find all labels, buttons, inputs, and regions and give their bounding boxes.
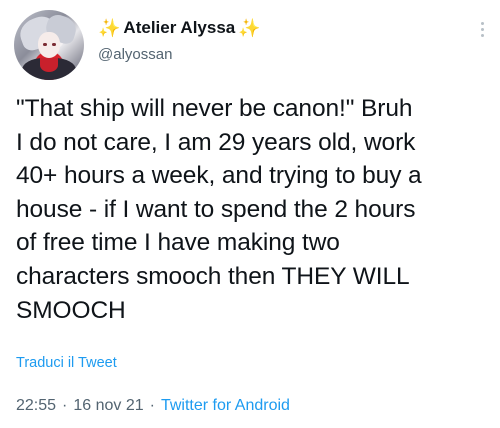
tweet-card: ✨ Atelier Alyssa ✨ @alyossan "That ship … (0, 0, 500, 428)
sparkle-icon: ✨ (238, 18, 261, 38)
avatar[interactable] (14, 10, 84, 80)
author-name-row[interactable]: ✨ Atelier Alyssa ✨ (98, 18, 261, 38)
meta-separator: · (149, 397, 155, 414)
tweet-time[interactable]: 22:55 (16, 397, 56, 415)
more-options-icon[interactable] (478, 22, 486, 37)
tweet-date[interactable]: 16 nov 21 (73, 397, 143, 415)
author-display-name[interactable]: Atelier Alyssa (123, 18, 235, 38)
tweet-metadata: 22:55 · 16 nov 21 · Twitter for Android (16, 397, 290, 415)
meta-separator: · (62, 397, 68, 414)
author-handle[interactable]: @alyossan (98, 46, 172, 63)
avatar-eye (43, 43, 47, 46)
translate-tweet-link[interactable]: Traduci il Tweet (16, 355, 117, 371)
tweet-text: "That ship will never be canon!" Bruh I … (16, 95, 422, 324)
avatar-face (38, 32, 60, 58)
avatar-eye (52, 43, 56, 46)
avatar-collar (40, 58, 58, 72)
tweet-source-link[interactable]: Twitter for Android (161, 397, 290, 415)
sparkle-icon: ✨ (98, 18, 121, 38)
